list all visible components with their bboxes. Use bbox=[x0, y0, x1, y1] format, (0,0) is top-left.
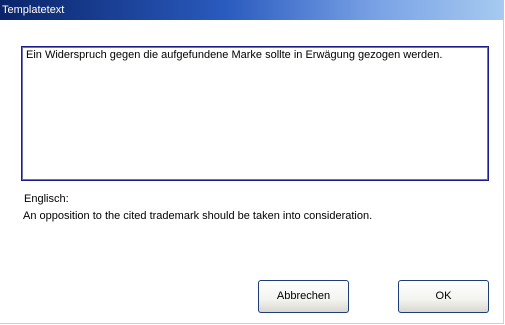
cancel-button[interactable]: Abbrechen bbox=[258, 280, 349, 313]
ok-button[interactable]: OK bbox=[398, 280, 489, 313]
translation-language-label: Englisch: bbox=[24, 193, 69, 205]
title-bar[interactable]: Templatetext bbox=[0, 0, 504, 20]
window-title: Templatetext bbox=[2, 4, 65, 16]
templatetext-dialog: Templatetext Ein Widerspruch gegen die a… bbox=[0, 0, 504, 324]
translation-text: An opposition to the cited trademark sho… bbox=[23, 210, 373, 222]
template-text-area[interactable]: Ein Widerspruch gegen die aufgefundene M… bbox=[21, 46, 489, 181]
